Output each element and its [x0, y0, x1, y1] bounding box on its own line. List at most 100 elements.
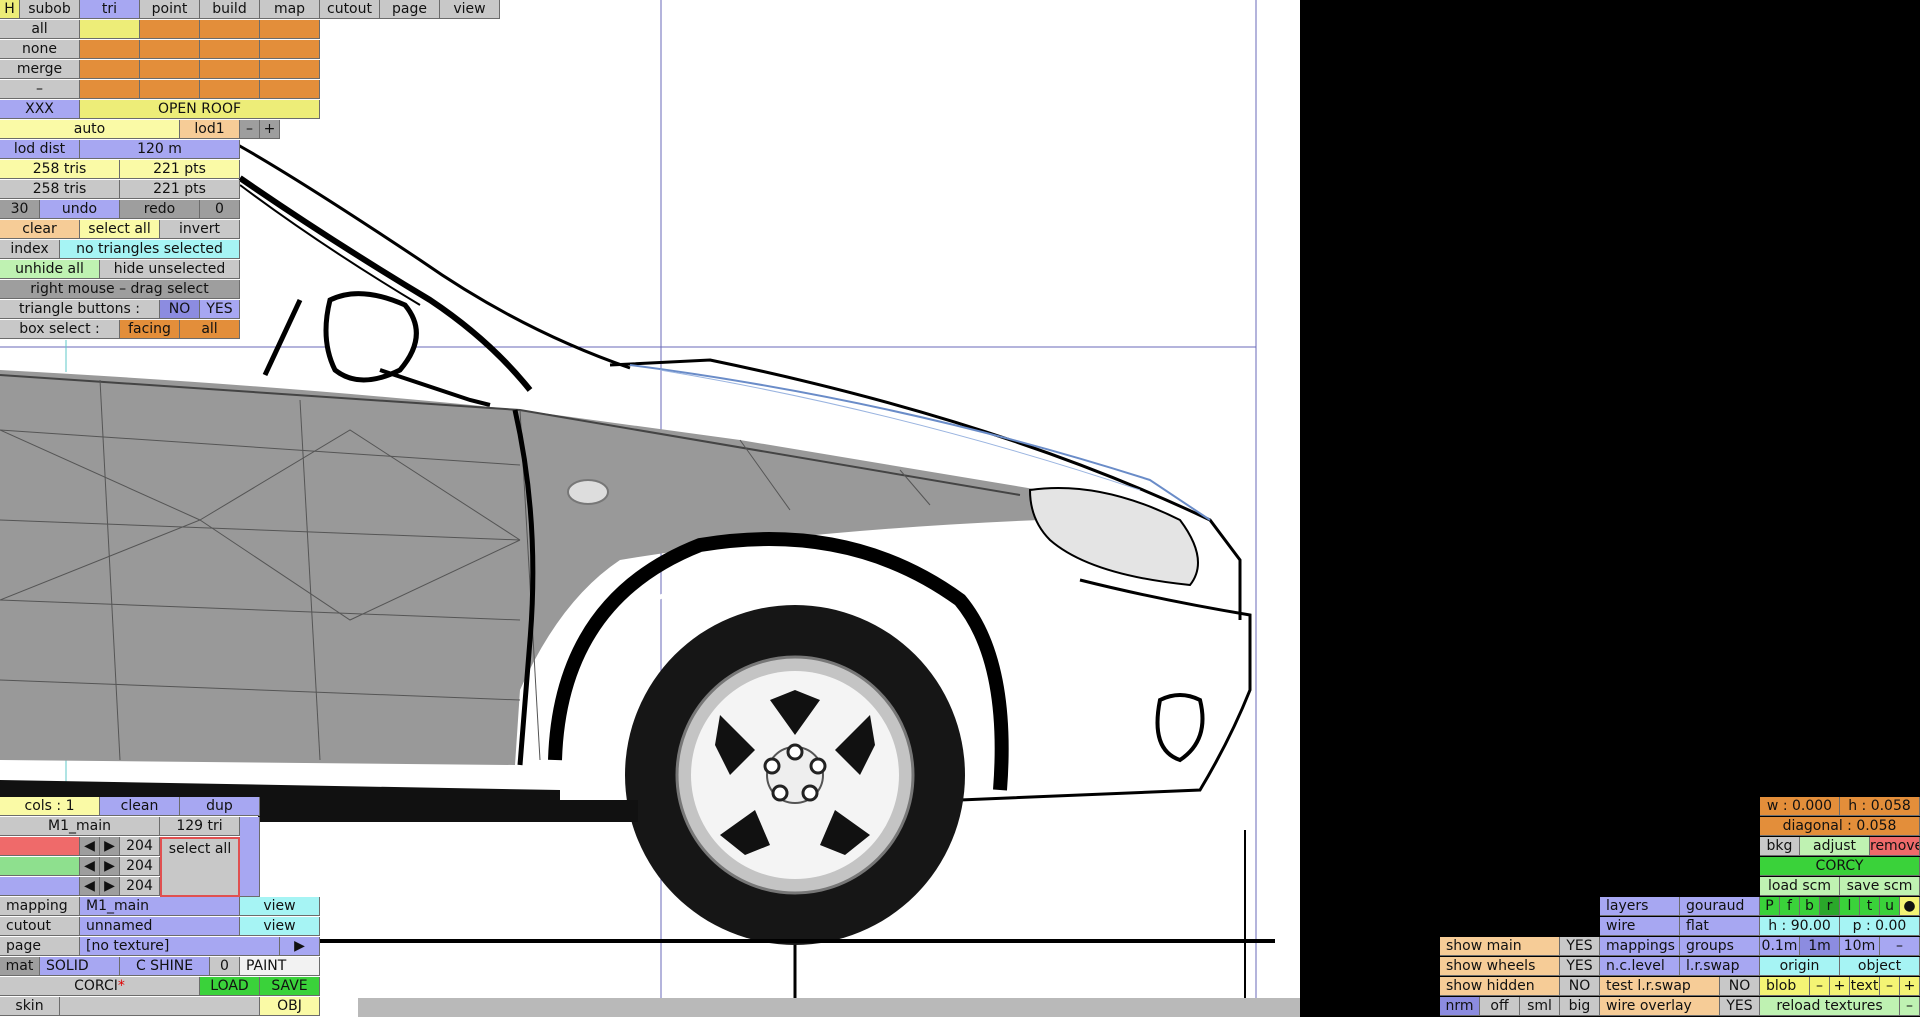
tab-tri[interactable]: tri	[80, 0, 140, 19]
adjust-button[interactable]: adjust	[1800, 837, 1870, 856]
lod-auto-button[interactable]: auto	[0, 120, 180, 139]
blue-slider[interactable]	[0, 877, 80, 896]
view-persp-button[interactable]: P	[1760, 897, 1780, 916]
blob-plus-button[interactable]: +	[1830, 977, 1850, 996]
origin-button[interactable]: origin	[1760, 957, 1840, 976]
flat-button[interactable]: flat	[1680, 917, 1760, 936]
load-button[interactable]: LOAD	[200, 977, 260, 996]
size-big-button[interactable]: big	[1560, 997, 1600, 1016]
group-cell[interactable]	[260, 20, 320, 39]
green-left-arrow[interactable]: ◀	[80, 857, 100, 876]
show-wheels-toggle[interactable]: YES	[1560, 957, 1600, 976]
undo-button[interactable]: undo	[40, 200, 120, 219]
view-under-button[interactable]: u	[1880, 897, 1900, 916]
page-next-arrow[interactable]: ▶	[280, 937, 320, 956]
group-cell[interactable]	[200, 40, 260, 59]
xxx-button[interactable]: XXX	[0, 100, 80, 119]
groups-button[interactable]: groups	[1680, 937, 1760, 956]
save-button[interactable]: SAVE	[260, 977, 320, 996]
lod-name[interactable]: lod1	[180, 120, 240, 139]
view-front-button[interactable]: f	[1780, 897, 1800, 916]
dash-button[interactable]: –	[0, 80, 80, 99]
hide-unselected-button[interactable]: hide unselected	[100, 260, 240, 279]
gouraud-button[interactable]: gouraud	[1680, 897, 1760, 916]
invert-button[interactable]: invert	[160, 220, 240, 239]
tab-page[interactable]: page	[380, 0, 440, 19]
grid-minus-button[interactable]: –	[1880, 937, 1920, 956]
lr-swap-button[interactable]: l.r.swap	[1680, 957, 1760, 976]
pitch-readout[interactable]: p : 0.00	[1840, 917, 1920, 936]
box-select-facing[interactable]: facing	[120, 320, 180, 339]
blue-left-arrow[interactable]: ◀	[80, 877, 100, 896]
viewport-scrollbar[interactable]	[358, 998, 1300, 1017]
lod-dist-value[interactable]: 120 m	[80, 140, 240, 159]
select-none-button[interactable]: none	[0, 40, 80, 59]
blue-right-arrow[interactable]: ▶	[100, 877, 120, 896]
lod-plus-button[interactable]: +	[260, 120, 280, 139]
index-button[interactable]: index	[0, 240, 60, 259]
group-cell[interactable]	[140, 20, 200, 39]
group-cell[interactable]	[260, 40, 320, 59]
file-name[interactable]: CORCI*	[0, 977, 200, 996]
wire-overlay-toggle[interactable]: YES	[1720, 997, 1760, 1016]
unhide-all-button[interactable]: unhide all	[0, 260, 100, 279]
view-dot-button[interactable]: ●	[1900, 897, 1920, 916]
blob-minus-button[interactable]: –	[1810, 977, 1830, 996]
mappings-button[interactable]: mappings	[1600, 937, 1680, 956]
reload-textures-button[interactable]: reload textures	[1760, 997, 1900, 1016]
cutout-view-button[interactable]: view	[240, 917, 320, 936]
reload-minus-button[interactable]: –	[1900, 997, 1920, 1016]
group-cell[interactable]	[80, 80, 140, 99]
clean-button[interactable]: clean	[100, 797, 180, 816]
group-cell[interactable]	[260, 60, 320, 79]
group-cell[interactable]	[140, 80, 200, 99]
skin-value[interactable]	[60, 997, 260, 1016]
solid-button[interactable]: SOLID	[40, 957, 120, 976]
show-main-toggle[interactable]: YES	[1560, 937, 1600, 956]
nc-level-button[interactable]: n.c.level	[1600, 957, 1680, 976]
group-cell[interactable]	[80, 60, 140, 79]
shine-button[interactable]: C SHINE	[120, 957, 210, 976]
bkg-button[interactable]: bkg	[1760, 837, 1800, 856]
group-cell[interactable]	[140, 40, 200, 59]
mapping-view-button[interactable]: view	[240, 897, 320, 916]
tab-view[interactable]: view	[440, 0, 500, 19]
tab-subob[interactable]: subob	[20, 0, 80, 19]
group-cell[interactable]	[260, 80, 320, 99]
size-sml-button[interactable]: sml	[1520, 997, 1560, 1016]
tab-point[interactable]: point	[140, 0, 200, 19]
size-nrm-button[interactable]: nrm	[1440, 997, 1480, 1016]
red-right-arrow[interactable]: ▶	[100, 837, 120, 856]
wire-button[interactable]: wire	[1600, 917, 1680, 936]
text-plus-button[interactable]: +	[1900, 977, 1920, 996]
select-all-tris-button[interactable]: select all	[80, 220, 160, 239]
paint-button[interactable]: PAINT	[240, 957, 320, 976]
material-select-all-button[interactable]: select all	[160, 837, 240, 897]
tab-h[interactable]: H	[0, 0, 20, 19]
group-cell[interactable]	[80, 40, 140, 59]
grid-10m-button[interactable]: 10m	[1840, 937, 1880, 956]
heading-readout[interactable]: h : 90.00	[1760, 917, 1840, 936]
remove-button[interactable]: remove	[1870, 837, 1920, 856]
group-cell[interactable]	[200, 20, 260, 39]
green-slider[interactable]	[0, 857, 80, 876]
size-off-button[interactable]: off	[1480, 997, 1520, 1016]
load-scm-button[interactable]: load scm	[1760, 877, 1840, 896]
group-cell[interactable]	[200, 80, 260, 99]
view-right-button[interactable]: r	[1820, 897, 1840, 916]
text-button[interactable]: text	[1850, 977, 1880, 996]
box-select-all[interactable]: all	[180, 320, 240, 339]
select-all-button[interactable]: all	[0, 20, 80, 39]
group-cell[interactable]	[200, 60, 260, 79]
cutout-value[interactable]: unnamed	[80, 917, 240, 936]
green-right-arrow[interactable]: ▶	[100, 857, 120, 876]
red-left-arrow[interactable]: ◀	[80, 837, 100, 856]
open-roof-button[interactable]: OPEN ROOF	[80, 100, 320, 119]
view-top-button[interactable]: t	[1860, 897, 1880, 916]
group-cell[interactable]	[80, 20, 140, 39]
layers-button[interactable]: layers	[1600, 897, 1680, 916]
redo-button[interactable]: redo	[120, 200, 200, 219]
red-slider[interactable]	[0, 837, 80, 856]
view-back-button[interactable]: b	[1800, 897, 1820, 916]
object-button[interactable]: object	[1840, 957, 1920, 976]
